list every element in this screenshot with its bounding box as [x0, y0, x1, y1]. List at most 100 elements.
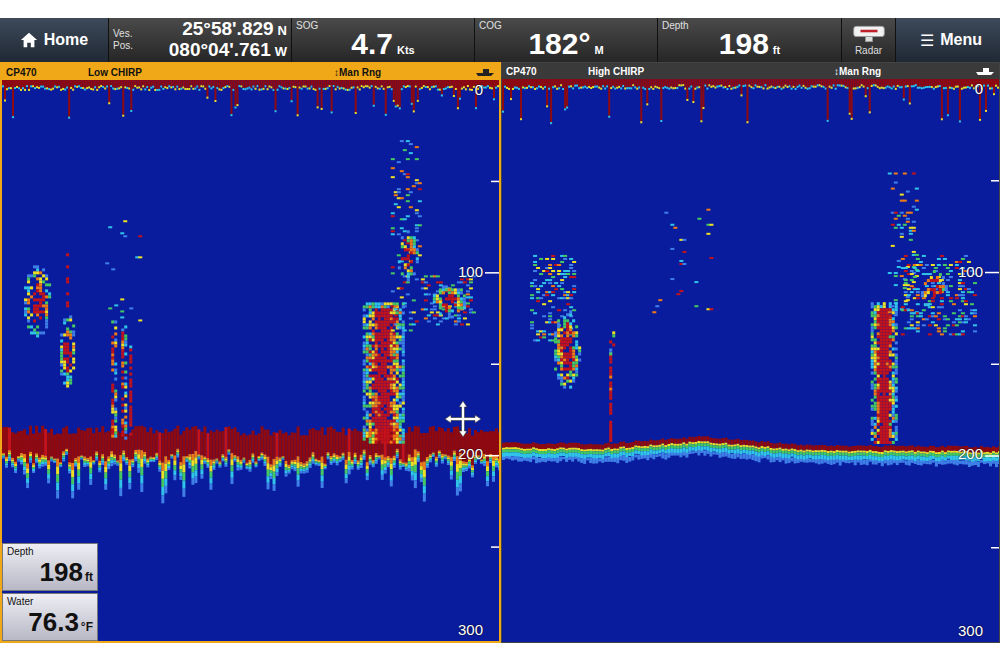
echo — [215, 430, 218, 459]
echo — [287, 80, 289, 88]
echo — [414, 426, 417, 449]
echo — [240, 85, 242, 87]
echo — [82, 87, 84, 89]
echo — [429, 427, 432, 454]
echo — [339, 459, 342, 460]
echo — [285, 88, 287, 90]
echo — [74, 433, 77, 458]
echo — [387, 423, 390, 426]
echo — [185, 457, 188, 458]
echo — [306, 470, 309, 472]
echo — [363, 314, 366, 317]
echo — [279, 85, 281, 87]
echo — [387, 314, 390, 317]
echo — [234, 106, 236, 108]
echo — [393, 405, 396, 408]
echo — [267, 476, 270, 483]
echo — [450, 475, 453, 480]
echo — [74, 458, 77, 460]
echo — [294, 467, 297, 469]
echo — [393, 302, 396, 305]
echo — [363, 396, 366, 399]
echo — [270, 467, 273, 470]
echo — [144, 80, 146, 88]
echo — [390, 338, 393, 341]
echo — [366, 405, 369, 408]
echo — [261, 452, 264, 453]
readout: Depth198ft — [658, 18, 841, 62]
position-values: 25°58'.829N080°04'.761W — [137, 19, 287, 61]
echo — [108, 80, 110, 102]
echo — [143, 452, 146, 454]
echo — [101, 458, 104, 460]
echo — [435, 80, 437, 85]
home-button[interactable]: Home — [0, 18, 108, 62]
echo — [387, 338, 390, 341]
echo — [248, 467, 251, 469]
echo — [393, 375, 396, 378]
echo — [128, 87, 130, 89]
echo — [191, 427, 194, 454]
echo — [44, 458, 47, 460]
echo — [98, 80, 100, 86]
echo — [35, 453, 38, 455]
echo — [47, 460, 50, 465]
echo — [200, 465, 203, 470]
echo — [375, 423, 378, 426]
echo — [421, 80, 423, 87]
echo — [366, 423, 369, 426]
echo — [399, 414, 402, 417]
echo — [106, 80, 108, 85]
echo — [149, 460, 152, 461]
echo — [443, 80, 445, 88]
echo — [200, 469, 203, 474]
echo — [489, 80, 491, 87]
echo — [134, 426, 137, 450]
echo — [325, 88, 327, 90]
echo — [59, 464, 62, 466]
echo — [160, 86, 162, 88]
echo — [462, 468, 465, 470]
echo — [104, 478, 107, 484]
echo — [313, 80, 315, 88]
echo — [158, 80, 160, 89]
echo — [300, 469, 303, 471]
echo — [375, 353, 378, 356]
echo — [489, 431, 492, 454]
echo — [253, 80, 255, 86]
echo — [363, 426, 366, 429]
echo — [53, 459, 56, 461]
echo — [447, 457, 450, 459]
echo — [140, 459, 143, 467]
echo — [327, 458, 330, 459]
echo — [104, 461, 107, 467]
echo — [288, 435, 291, 464]
echo — [372, 461, 375, 462]
echo — [20, 462, 23, 464]
echo — [206, 464, 209, 466]
echo — [83, 461, 86, 463]
echo — [443, 88, 445, 90]
echo — [66, 80, 68, 87]
echo — [357, 468, 360, 470]
echo — [263, 88, 265, 90]
radar-button[interactable]: Radar — [842, 18, 895, 62]
echo — [402, 338, 405, 341]
echo — [138, 80, 140, 86]
echo — [301, 88, 303, 90]
echo — [158, 467, 161, 469]
echo — [116, 80, 118, 88]
echo — [167, 464, 170, 466]
echo — [26, 468, 29, 473]
echo — [495, 458, 498, 460]
echo — [384, 369, 387, 372]
echo — [396, 356, 399, 359]
echo — [140, 426, 143, 451]
echo — [95, 451, 98, 453]
echo — [399, 402, 402, 405]
echo — [239, 462, 242, 464]
echo — [255, 464, 258, 465]
echo — [230, 453, 233, 459]
menu-button[interactable]: ☰Menu — [896, 18, 1000, 62]
echo — [378, 432, 381, 455]
